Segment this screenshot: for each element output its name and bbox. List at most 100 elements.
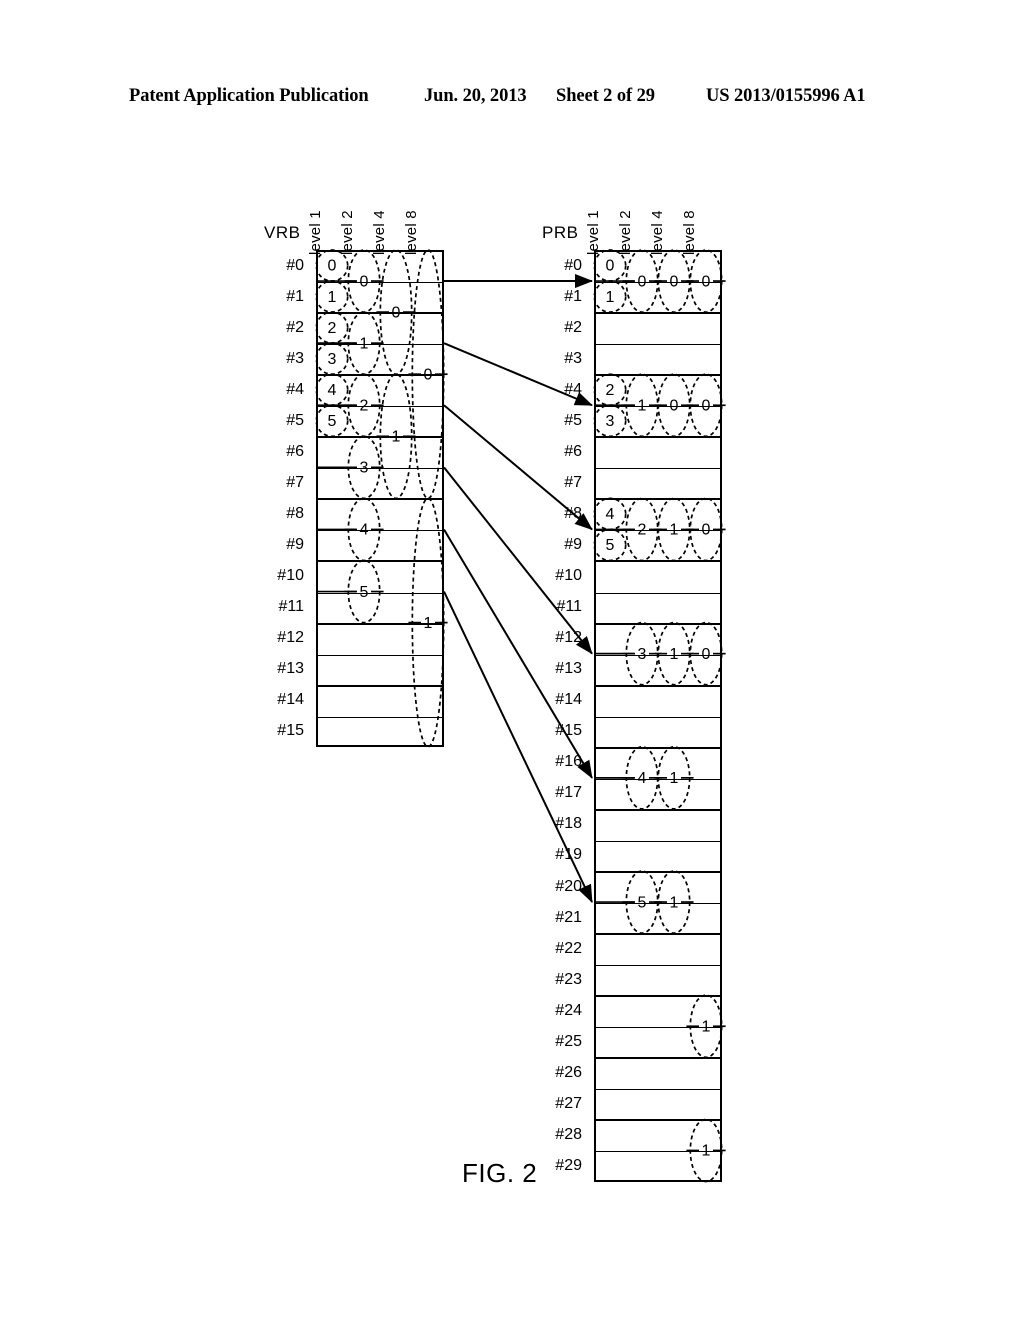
header-sheet: Sheet 2 of 29 [556,86,655,106]
prb-row-label: #25 [555,1032,582,1050]
prb-column-header-0: level 1 [585,210,602,255]
table-row [318,500,442,532]
prb-row-label: #2 [564,318,582,336]
table-row [596,563,720,594]
table-row [596,935,720,967]
table-row [318,594,442,625]
table-row [596,376,720,408]
vrb-row-label: #6 [286,442,304,460]
prb-row-label: #3 [564,349,582,367]
prb-row-label: #14 [555,691,582,709]
table-row [596,407,720,439]
prb-row-label: #9 [564,535,582,553]
table-row [318,563,442,594]
table-row [318,625,442,656]
table-row [596,438,720,470]
table-row [596,1152,720,1183]
table-row [596,1028,720,1060]
prb-table [594,250,722,1182]
prb-row-label: #10 [555,567,582,585]
table-row [596,718,720,749]
prb-row-label: #20 [555,877,582,895]
prb-row-label: #27 [555,1094,582,1112]
vrb-table [316,250,444,747]
table-row [318,283,442,315]
prb-row-label: #24 [555,1001,582,1019]
vrb-column-header-0: level 1 [307,210,324,255]
prb-row-label: #6 [564,442,582,460]
vrb-row-label: #10 [277,567,304,585]
table-row [596,625,720,656]
vrb-row-label: #3 [286,349,304,367]
figure-page: Patent Application Publication Jun. 20, … [0,0,1024,1320]
table-row [596,904,720,936]
prb-row-label: #13 [555,660,582,678]
table-row [596,966,720,998]
table-row [596,500,720,532]
prb-row-label: #15 [555,722,582,740]
header-patent-number: US 2013/0155996 A1 [706,86,866,106]
table-row [596,314,720,346]
vrb-row-label: #8 [286,504,304,522]
table-row [596,780,720,811]
table-row [596,1059,720,1091]
table-row [318,376,442,408]
prb-title: PRB [542,223,579,242]
prb-row-label: #22 [555,939,582,957]
table-row [318,531,442,563]
table-row [596,811,720,842]
prb-row-label: #16 [555,753,582,771]
prb-column-header-2: level 4 [649,210,666,255]
vrb-row-label: #9 [286,535,304,553]
vrb-column-header-3: level 8 [403,210,420,255]
prb-row-label: #5 [564,411,582,429]
prb-row-label: #19 [555,846,582,864]
table-row [596,345,720,377]
prb-row-label: #28 [555,1125,582,1143]
vrb-title: VRB [264,223,301,242]
prb-row-label: #23 [555,970,582,988]
mapping-arrow-3 [443,466,593,655]
table-row [318,252,442,284]
prb-row-label: #8 [564,504,582,522]
table-row [318,345,442,377]
vrb-row-label: #0 [286,256,304,274]
vrb-row-label: #7 [286,473,304,491]
table-row [318,718,442,749]
table-row [318,469,442,501]
vrb-row-label: #4 [286,380,304,398]
table-row [318,314,442,346]
table-row [318,687,442,718]
table-row [596,842,720,873]
table-row [318,438,442,470]
table-row [596,1121,720,1153]
header-publication: Patent Application Publication [129,86,369,106]
table-row [596,594,720,625]
vrb-row-label: #14 [277,691,304,709]
table-row [318,656,442,687]
vrb-row-label: #12 [277,629,304,647]
table-row [318,407,442,439]
table-row [596,283,720,315]
vrb-row-label: #13 [277,660,304,678]
prb-row-label: #29 [555,1156,582,1174]
figure-overlay: 0123450123450101012345012345001111000011 [315,249,726,1183]
vrb-column-header-2: level 4 [371,210,388,255]
prb-row-label: #21 [555,908,582,926]
prb-row-label: #26 [555,1063,582,1081]
vrb-column-header-1: level 2 [339,210,356,255]
header-date: Jun. 20, 2013 [424,86,527,106]
table-row [596,1090,720,1122]
table-row [596,687,720,718]
table-row [596,997,720,1029]
prb-row-label: #4 [564,380,582,398]
prb-row-label: #1 [564,287,582,305]
vrb-row-label: #2 [286,318,304,336]
prb-column-header-3: level 8 [681,210,698,255]
vrb-row-label: #1 [286,287,304,305]
prb-row-label: #12 [555,629,582,647]
vrb-row-label: #11 [278,598,304,616]
prb-row-label: #17 [555,784,582,802]
prb-row-label: #0 [564,256,582,274]
table-row [596,873,720,905]
